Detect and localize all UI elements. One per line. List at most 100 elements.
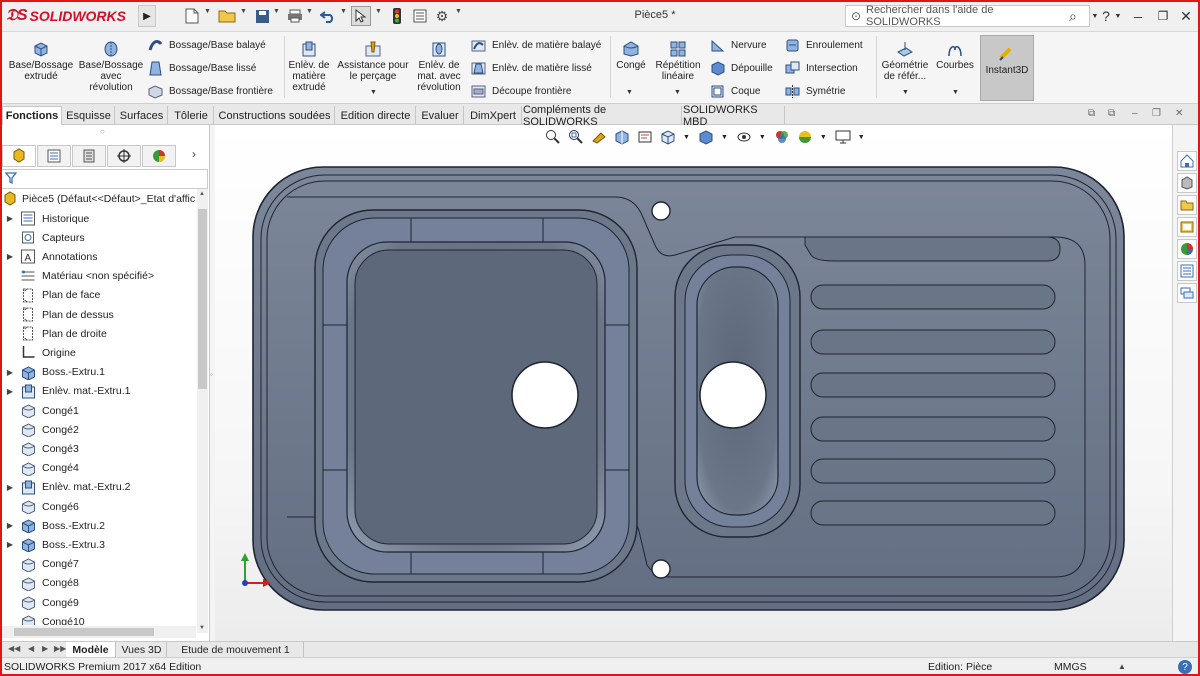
filter-funnel-icon[interactable] xyxy=(4,172,18,187)
tree-item-cong-1[interactable]: Congé1 xyxy=(0,401,79,420)
view-orientation-icon[interactable] xyxy=(660,129,676,145)
tree-horizontal-scrollbar[interactable] xyxy=(0,626,196,638)
tree-item-historique[interactable]: ▶ Historique xyxy=(0,209,89,228)
solidworks-logo[interactable]: 𝔇S SOLIDWORKS xyxy=(6,6,126,26)
expand-arrow-icon[interactable]: ▶ xyxy=(0,521,20,530)
fillet-dropdown-icon[interactable]: ▼ xyxy=(626,89,633,96)
tab-sketch[interactable]: Esquisse xyxy=(63,106,115,125)
curves-dropdown-icon[interactable]: ▼ xyxy=(952,89,959,96)
tree-item-enl-v-mat-extru-1[interactable]: ▶ Enlèv. mat.-Extru.1 xyxy=(0,382,131,401)
tree-item-cong-6[interactable]: Congé6 xyxy=(0,497,79,516)
expand-arrow-icon[interactable]: ▶ xyxy=(0,387,20,396)
display-manager-tab[interactable] xyxy=(142,145,176,167)
tab-direct-editing[interactable]: Edition directe xyxy=(336,106,416,125)
last-tab-arrow-icon[interactable]: ▶▶ xyxy=(54,644,66,653)
new-document-icon[interactable] xyxy=(182,6,202,26)
tab-surfaces[interactable]: Surfaces xyxy=(116,106,168,125)
view-palette-icon[interactable] xyxy=(1177,217,1197,237)
solidworks-resources-home-icon[interactable] xyxy=(1177,151,1197,171)
file-explorer-icon[interactable] xyxy=(1177,195,1197,215)
section-view-icon[interactable] xyxy=(614,129,630,145)
zoom-to-area-icon[interactable] xyxy=(568,129,584,145)
zoom-to-fit-icon[interactable] xyxy=(545,129,561,145)
tree-item-cong-4[interactable]: Congé4 xyxy=(0,459,79,478)
panel-grip-icon[interactable]: ○ xyxy=(100,127,105,136)
first-tab-arrow-icon[interactable]: ◀◀ xyxy=(8,644,20,653)
boundary-cut-button[interactable]: Découpe frontière xyxy=(471,82,572,100)
tree-root-part[interactable]: Pièce5 (Défaut<<Défaut>_Etat d'affic xyxy=(2,191,196,207)
help-search-input[interactable]: Rechercher dans l'aide de SOLIDWORKS xyxy=(866,4,1069,28)
tree-item-cong-8[interactable]: Congé8 xyxy=(0,574,79,593)
help-icon[interactable]: ? xyxy=(1098,7,1114,25)
document-minimize-icon[interactable]: – xyxy=(1132,108,1138,119)
tab-dimxpert[interactable]: DimXpert xyxy=(465,106,522,125)
print-icon[interactable] xyxy=(285,6,305,26)
search-icon[interactable]: ⌕ xyxy=(1069,8,1089,25)
tree-item-cong-3[interactable]: Congé3 xyxy=(0,439,79,458)
extruded-boss-button[interactable]: Base/Bossage extrudé xyxy=(5,40,77,82)
graphics-viewport[interactable]: ▼ ▼ ▼ ▼ ▼ xyxy=(215,125,1172,641)
tree-item-boss-extru-1[interactable]: ▶ Boss.-Extru.1 xyxy=(0,363,105,382)
expand-arrow-icon[interactable]: ▶ xyxy=(0,540,20,549)
edit-appearance-icon[interactable] xyxy=(774,129,790,145)
save-icon[interactable] xyxy=(252,6,272,26)
help-dropdown-icon[interactable]: ▼ xyxy=(1113,7,1123,25)
save-dropdown-icon[interactable]: ▼ xyxy=(273,8,280,15)
feature-manager-tab[interactable] xyxy=(2,145,36,167)
tree-item-boss-extru-2[interactable]: ▶ Boss.-Extru.2 xyxy=(0,516,105,535)
apply-scene-dropdown-icon[interactable]: ▼ xyxy=(820,134,827,141)
file-properties-icon[interactable] xyxy=(410,6,430,26)
view-settings-dropdown-icon[interactable]: ▼ xyxy=(858,134,865,141)
tab-mbd[interactable]: SOLIDWORKS MBD xyxy=(683,104,785,128)
tab-3d-views[interactable]: Vues 3D xyxy=(117,642,167,658)
tab-model[interactable]: Modèle xyxy=(66,642,116,658)
menu-expand-arrow-icon[interactable]: ▶ xyxy=(138,5,156,27)
draft-button[interactable]: Dépouille xyxy=(710,59,773,77)
reference-geometry-button[interactable]: Géométrie de référ... xyxy=(878,40,932,82)
view-settings-monitor-icon[interactable] xyxy=(835,129,851,145)
minimize-icon[interactable]: – xyxy=(1130,7,1146,25)
swept-boss-button[interactable]: Bossage/Base balayé xyxy=(148,36,266,54)
tab-features[interactable]: Fonctions xyxy=(2,106,62,125)
select-pointer-icon[interactable] xyxy=(351,6,371,26)
previous-view-icon[interactable] xyxy=(591,129,607,145)
close-icon[interactable]: ✕ xyxy=(1178,7,1194,25)
lofted-cut-button[interactable]: Enlèv. de matière lissé xyxy=(471,59,592,77)
expand-arrow-icon[interactable]: ▶ xyxy=(0,368,20,377)
tab-weldments[interactable]: Constructions soudées xyxy=(215,106,335,125)
extruded-cut-button[interactable]: Enlèv. de matière extrudé xyxy=(286,40,332,93)
expand-arrow-icon[interactable]: ▶ xyxy=(0,483,20,492)
tree-item-cong-10[interactable]: Congé10 xyxy=(0,612,85,625)
hole-wizard-button[interactable]: Assistance pour le perçage xyxy=(336,40,410,82)
options-gear-icon[interactable]: ⚙ xyxy=(432,6,452,26)
dynamic-annotation-icon[interactable] xyxy=(637,129,653,145)
tree-item-mat-riau-non-sp-cifi[interactable]: Matériau <non spécifié> xyxy=(0,267,154,286)
display-style-dropdown-icon[interactable]: ▼ xyxy=(721,134,728,141)
tree-item-enl-v-mat-extru-2[interactable]: ▶ Enlèv. mat.-Extru.2 xyxy=(0,478,131,497)
tab-sheet-metal[interactable]: Tôlerie xyxy=(169,106,214,125)
appearances-scenes-icon[interactable] xyxy=(1177,239,1197,259)
curves-button[interactable]: Courbes xyxy=(934,40,976,71)
hide-show-items-icon[interactable] xyxy=(736,129,752,145)
tree-item-cong-7[interactable]: Congé7 xyxy=(0,555,79,574)
rib-button[interactable]: Nervure xyxy=(710,36,767,54)
tree-vertical-scrollbar[interactable]: ▲ ▼ xyxy=(197,189,208,633)
open-dropdown-icon[interactable]: ▼ xyxy=(240,8,247,15)
hscroll-thumb[interactable] xyxy=(14,628,154,636)
scroll-up-icon[interactable]: ▲ xyxy=(199,191,205,197)
rebuild-traffic-light-icon[interactable] xyxy=(388,6,406,26)
document-close-icon[interactable]: ✕ xyxy=(1175,108,1183,119)
apply-scene-icon[interactable] xyxy=(797,129,813,145)
revolved-boss-button[interactable]: Base/Bossage avec révolution xyxy=(78,40,144,93)
undo-icon[interactable] xyxy=(318,6,338,26)
design-library-icon[interactable] xyxy=(1177,173,1197,193)
tree-item-plan-de-dessus[interactable]: Plan de dessus xyxy=(0,305,114,324)
print-dropdown-icon[interactable]: ▼ xyxy=(306,8,313,15)
tab-motion-study[interactable]: Etude de mouvement 1 xyxy=(168,642,304,658)
document-restore-icon[interactable]: ❐ xyxy=(1152,108,1161,119)
scroll-thumb[interactable] xyxy=(198,209,207,389)
restore-icon[interactable]: ❐ xyxy=(1155,7,1171,25)
tree-item-cong-2[interactable]: Congé2 xyxy=(0,420,79,439)
panel-scroll-right-icon[interactable]: › xyxy=(192,147,196,161)
tree-item-plan-de-face[interactable]: Plan de face xyxy=(0,286,100,305)
